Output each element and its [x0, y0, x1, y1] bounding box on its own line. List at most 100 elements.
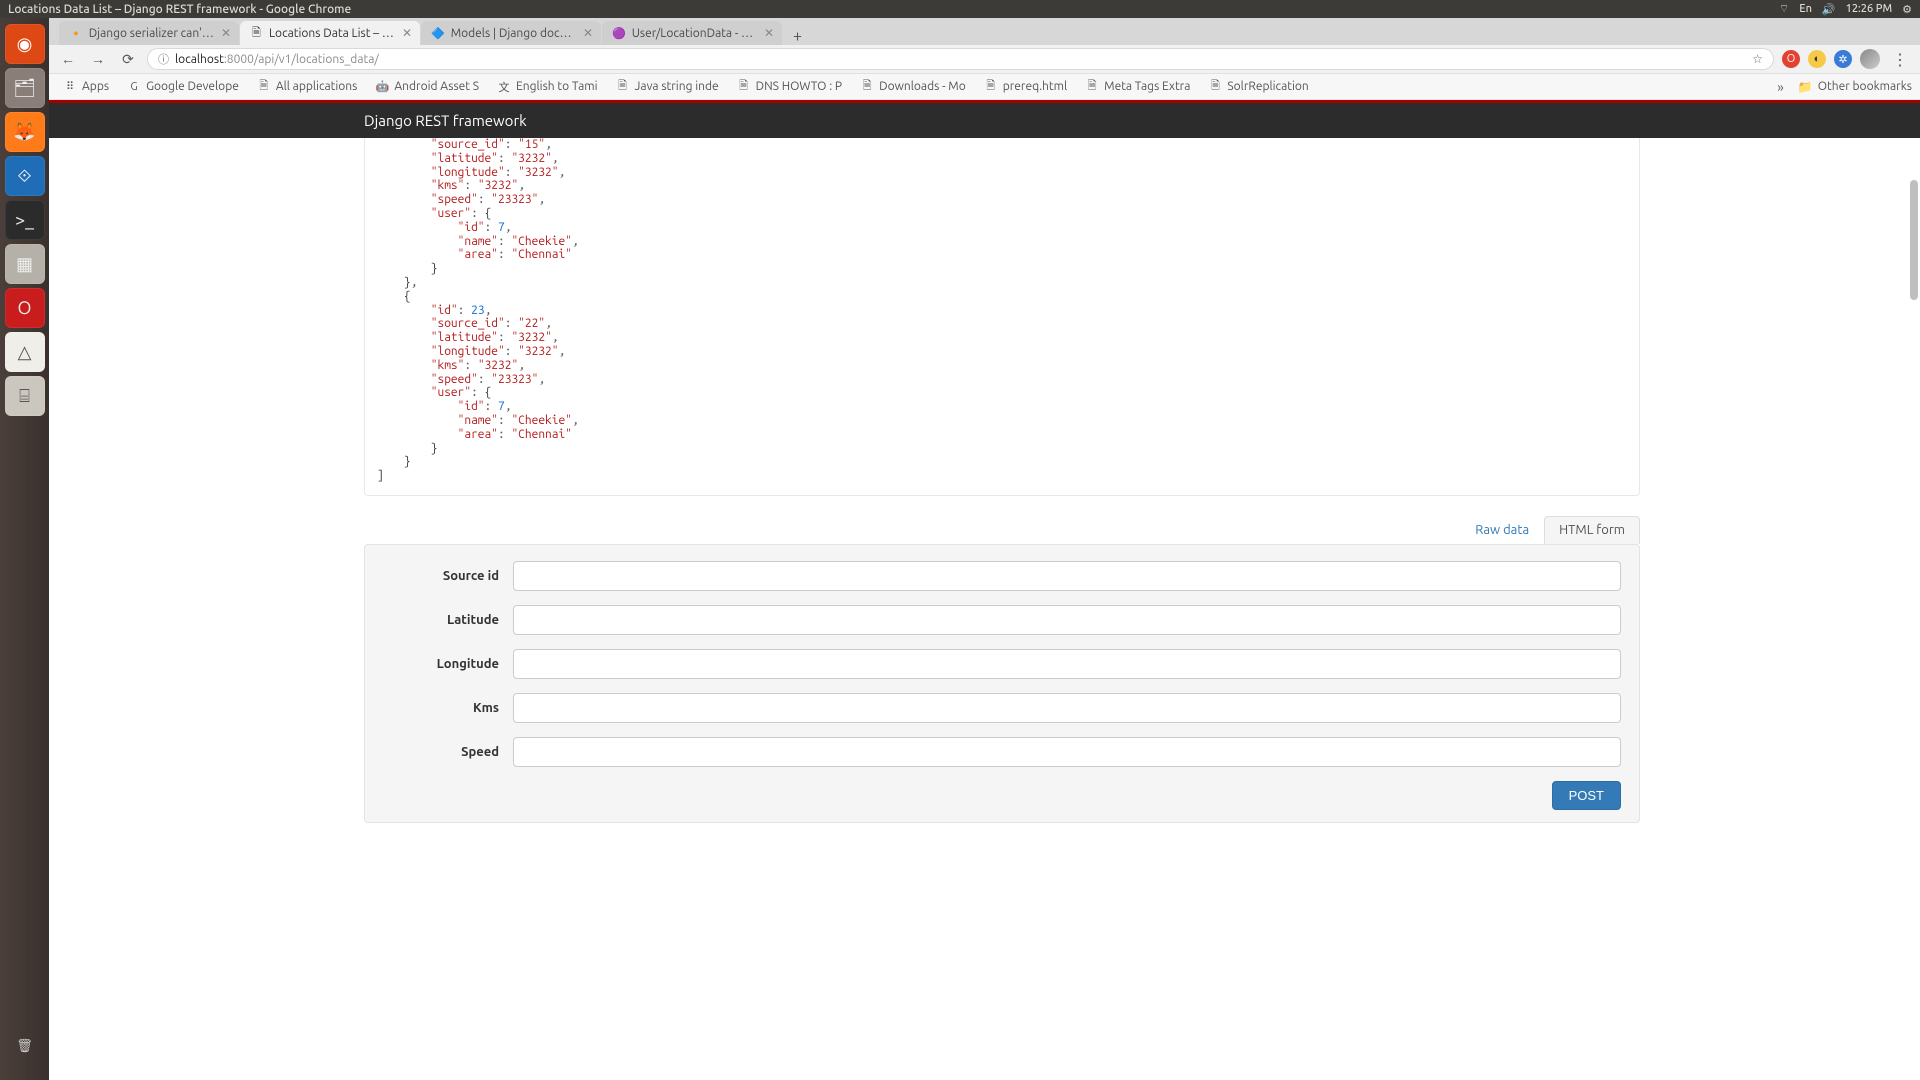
tab-label: Models | Django docume: [451, 27, 577, 40]
scrollbar-thumb[interactable]: [1910, 180, 1918, 300]
tab-item[interactable]: 🔷 Models | Django docume ✕: [421, 21, 601, 45]
page-icon: 🗎: [616, 80, 630, 94]
bookmark-item-apps[interactable]: ⠿Apps: [57, 77, 115, 97]
system-tray: ⌔ En 🔊 12:26 PM ⚙: [1779, 2, 1912, 16]
page-icon: 🗎: [1085, 80, 1099, 94]
form-row: Longitude: [383, 649, 1621, 679]
back-button[interactable]: ←: [57, 48, 79, 70]
favicon-icon: 🟣: [612, 26, 626, 40]
reload-button[interactable]: ⟳: [117, 48, 139, 70]
lang-indicator[interactable]: En: [1799, 3, 1812, 15]
page-icon: 🗎: [257, 80, 271, 94]
form-row: Speed: [383, 737, 1621, 767]
launcher-editor[interactable]: △: [5, 332, 45, 372]
launcher-firefox[interactable]: 🦊: [5, 112, 45, 152]
latitude-input[interactable]: [513, 605, 1621, 635]
form-row: Latitude: [383, 605, 1621, 635]
tab-label: User/LocationData - Rest: [632, 27, 758, 40]
launcher-trash[interactable]: 🗑: [5, 1026, 45, 1066]
tab-strip: 🔸 Django serializer can't po ✕ 🗎 Locatio…: [49, 18, 1920, 45]
folder-icon: 📁: [1798, 80, 1813, 94]
drf-header: Django REST framework: [49, 103, 1920, 138]
window-title: Locations Data List – Django REST framew…: [8, 3, 1779, 16]
response-body: "source_id": "15", "latitude": "3232", "…: [364, 138, 1640, 496]
profile-avatar[interactable]: [1860, 49, 1880, 69]
close-icon[interactable]: ✕: [583, 26, 593, 40]
launcher-calculator[interactable]: ▦: [5, 244, 45, 284]
android-icon: 🤖: [375, 80, 389, 94]
tab-label: Locations Data List – Djan: [269, 27, 396, 40]
other-bookmarks[interactable]: 📁Other bookmarks: [1790, 80, 1912, 94]
tab-item[interactable]: 🔸 Django serializer can't po ✕: [59, 21, 239, 45]
favicon-icon: 🔸: [69, 26, 83, 40]
html-form-panel: Source id Latitude Longitude Kms Speed: [364, 544, 1640, 823]
bookmark-item[interactable]: 🗎Meta Tags Extra: [1079, 77, 1196, 97]
field-label-speed: Speed: [383, 745, 513, 759]
tab-item[interactable]: 🟣 User/LocationData - Rest ✕: [602, 21, 782, 45]
translate-icon: 文: [497, 80, 511, 94]
bookmark-item[interactable]: 🗎SolrReplication: [1202, 77, 1314, 97]
launcher-ubuntu[interactable]: ◉: [5, 24, 45, 64]
page-icon: 🗎: [1208, 80, 1222, 94]
close-icon[interactable]: ✕: [764, 26, 774, 40]
chrome-window: 🔸 Django serializer can't po ✕ 🗎 Locatio…: [49, 18, 1920, 1080]
extension-icon[interactable]: O: [1782, 50, 1800, 68]
bookmark-item[interactable]: 🗎prereq.html: [978, 77, 1073, 97]
volume-icon[interactable]: 🔊: [1822, 3, 1836, 16]
launcher-vscode[interactable]: ⟐: [5, 156, 45, 196]
bookmark-item[interactable]: 🗎DNS HOWTO : P: [731, 77, 848, 97]
bookmark-item[interactable]: 🗎Java string inde: [610, 77, 725, 97]
tab-item-active[interactable]: 🗎 Locations Data List – Djan ✕: [240, 21, 420, 45]
address-bar[interactable]: ⓘ localhost:8000/api/v1/locations_data/ …: [147, 48, 1774, 70]
close-icon[interactable]: ✕: [402, 26, 412, 40]
page-viewport[interactable]: Django REST framework "source_id": "15",…: [49, 100, 1920, 1080]
bookmark-item[interactable]: 🤖Android Asset S: [369, 77, 485, 97]
tab-html-form[interactable]: HTML form: [1544, 516, 1640, 544]
clock: 12:26 PM: [1846, 3, 1893, 15]
tab-label: Django serializer can't po: [89, 27, 215, 40]
field-label-longitude: Longitude: [383, 657, 513, 671]
bookmark-item[interactable]: GGoogle Develope: [121, 77, 245, 97]
launcher-files[interactable]: 🗂: [5, 68, 45, 108]
tab-raw-data[interactable]: Raw data: [1460, 516, 1544, 544]
bookmarks-overflow[interactable]: »: [1777, 79, 1784, 95]
launcher-terminal[interactable]: >_: [5, 200, 45, 240]
bookmark-item[interactable]: 🗎All applications: [251, 77, 364, 97]
close-icon[interactable]: ✕: [221, 26, 231, 40]
browser-toolbar: ← → ⟳ ⓘ localhost:8000/api/v1/locations_…: [49, 45, 1920, 74]
page-icon: 🗎: [860, 80, 874, 94]
extension-icon[interactable]: ✲: [1834, 50, 1852, 68]
launcher-opera[interactable]: O: [5, 288, 45, 328]
form-tabs: Raw data HTML form: [364, 516, 1640, 544]
new-tab-button[interactable]: +: [783, 27, 812, 45]
ubuntu-launcher: ◉ 🗂 🦊 ⟐ ◯ >_ ▦ O △ ⌸ 🗑: [0, 18, 49, 1080]
page-icon: 🗎: [737, 80, 751, 94]
field-label-kms: Kms: [383, 701, 513, 715]
form-row: Source id: [383, 561, 1621, 591]
bookmark-item[interactable]: 🗎Downloads - Mo: [854, 77, 972, 97]
json-output: "source_id": "15", "latitude": "3232", "…: [377, 138, 1627, 483]
google-icon: G: [127, 80, 141, 94]
field-label-latitude: Latitude: [383, 613, 513, 627]
extension-icon[interactable]: ◐: [1808, 50, 1826, 68]
extensions-area: O ◐ ✲: [1782, 50, 1852, 68]
apps-icon: ⠿: [63, 80, 77, 94]
kms-input[interactable]: [513, 693, 1621, 723]
chrome-menu-button[interactable]: ⋮: [1888, 50, 1912, 69]
speed-input[interactable]: [513, 737, 1621, 767]
bookmark-star-icon[interactable]: ☆: [1752, 52, 1763, 66]
post-button[interactable]: POST: [1552, 781, 1621, 810]
form-row: Kms: [383, 693, 1621, 723]
forward-button[interactable]: →: [87, 48, 109, 70]
favicon-icon: 🔷: [431, 26, 445, 40]
bookmarks-bar: ⠿Apps GGoogle Develope 🗎All applications…: [49, 74, 1920, 100]
url-text: localhost:8000/api/v1/locations_data/: [175, 53, 1746, 66]
bookmark-item[interactable]: 文English to Tami: [491, 77, 603, 97]
wifi-icon[interactable]: ⌔: [1779, 2, 1789, 16]
longitude-input[interactable]: [513, 649, 1621, 679]
power-icon[interactable]: ⚙: [1902, 3, 1912, 16]
launcher-drives[interactable]: ⌸: [5, 376, 45, 416]
drf-brand[interactable]: Django REST framework: [364, 112, 527, 129]
site-info-icon[interactable]: ⓘ: [158, 51, 169, 67]
source-id-input[interactable]: [513, 561, 1621, 591]
